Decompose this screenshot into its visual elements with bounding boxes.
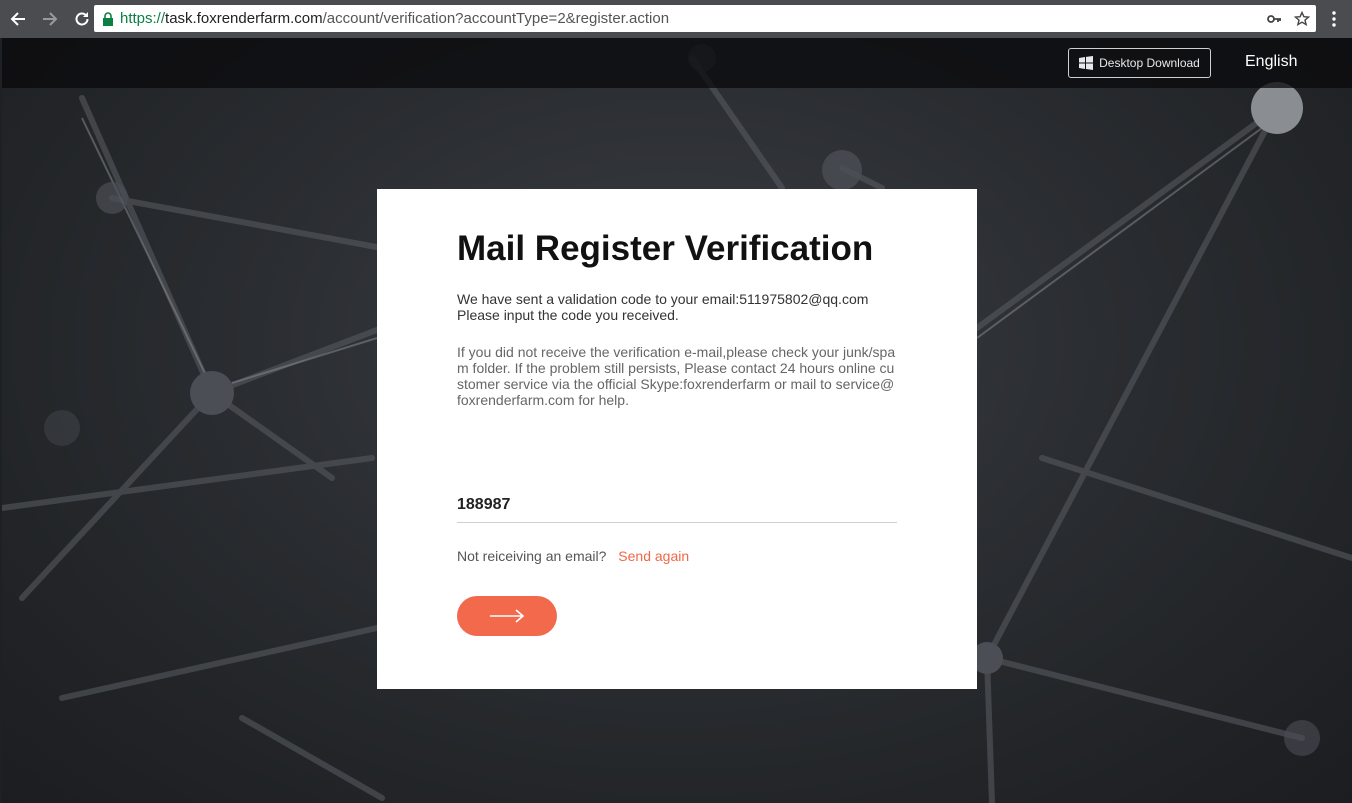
page-background: Desktop Download English Mail Register V…: [2, 38, 1352, 803]
menu-icon: [1332, 11, 1336, 27]
verification-card: Mail Register Verification We have sent …: [377, 189, 977, 689]
url-scheme: https://: [120, 10, 166, 27]
reload-icon: [75, 12, 89, 26]
desktop-download-label: Desktop Download: [1099, 56, 1200, 70]
url-path: /account/verification?accountType=2&regi…: [322, 10, 670, 27]
forward-icon: [43, 12, 58, 26]
language-selector[interactable]: English: [1245, 53, 1297, 71]
reload-button[interactable]: [68, 5, 96, 33]
help-text: If you did not receive the verification …: [457, 344, 896, 408]
arrow-right-icon: [490, 609, 525, 623]
resend-question: Not reiceiving an email?: [457, 548, 607, 564]
windows-icon: [1079, 56, 1094, 70]
url-host: task.foxrenderfarm.com: [165, 10, 323, 27]
top-header: Desktop Download English: [2, 38, 1352, 88]
url-text: https://task.foxrenderfarm.com/account/v…: [120, 10, 669, 27]
browser-menu-button[interactable]: [1324, 8, 1344, 30]
forward-button[interactable]: [36, 5, 64, 33]
submit-button[interactable]: [457, 596, 557, 636]
browser-toolbar: https://task.foxrenderfarm.com/account/v…: [0, 0, 1352, 38]
sent-message-line-1: We have sent a validation code to your e…: [457, 291, 869, 307]
sent-message-line-2: Please input the code you received.: [457, 307, 679, 323]
sent-message: We have sent a validation code to your e…: [457, 291, 897, 323]
verification-code-input[interactable]: [457, 487, 897, 523]
resend-row: Not reiceiving an email? Send again: [457, 548, 689, 564]
lock-icon: [103, 11, 113, 26]
key-icon[interactable]: [1266, 11, 1282, 27]
send-again-link[interactable]: Send again: [618, 548, 689, 564]
desktop-download-button[interactable]: Desktop Download: [1068, 48, 1211, 78]
page-title: Mail Register Verification: [457, 229, 874, 268]
star-icon[interactable]: [1294, 10, 1310, 27]
address-bar[interactable]: https://task.foxrenderfarm.com/account/v…: [94, 5, 1316, 32]
back-icon: [10, 12, 25, 26]
back-button[interactable]: [4, 5, 32, 33]
